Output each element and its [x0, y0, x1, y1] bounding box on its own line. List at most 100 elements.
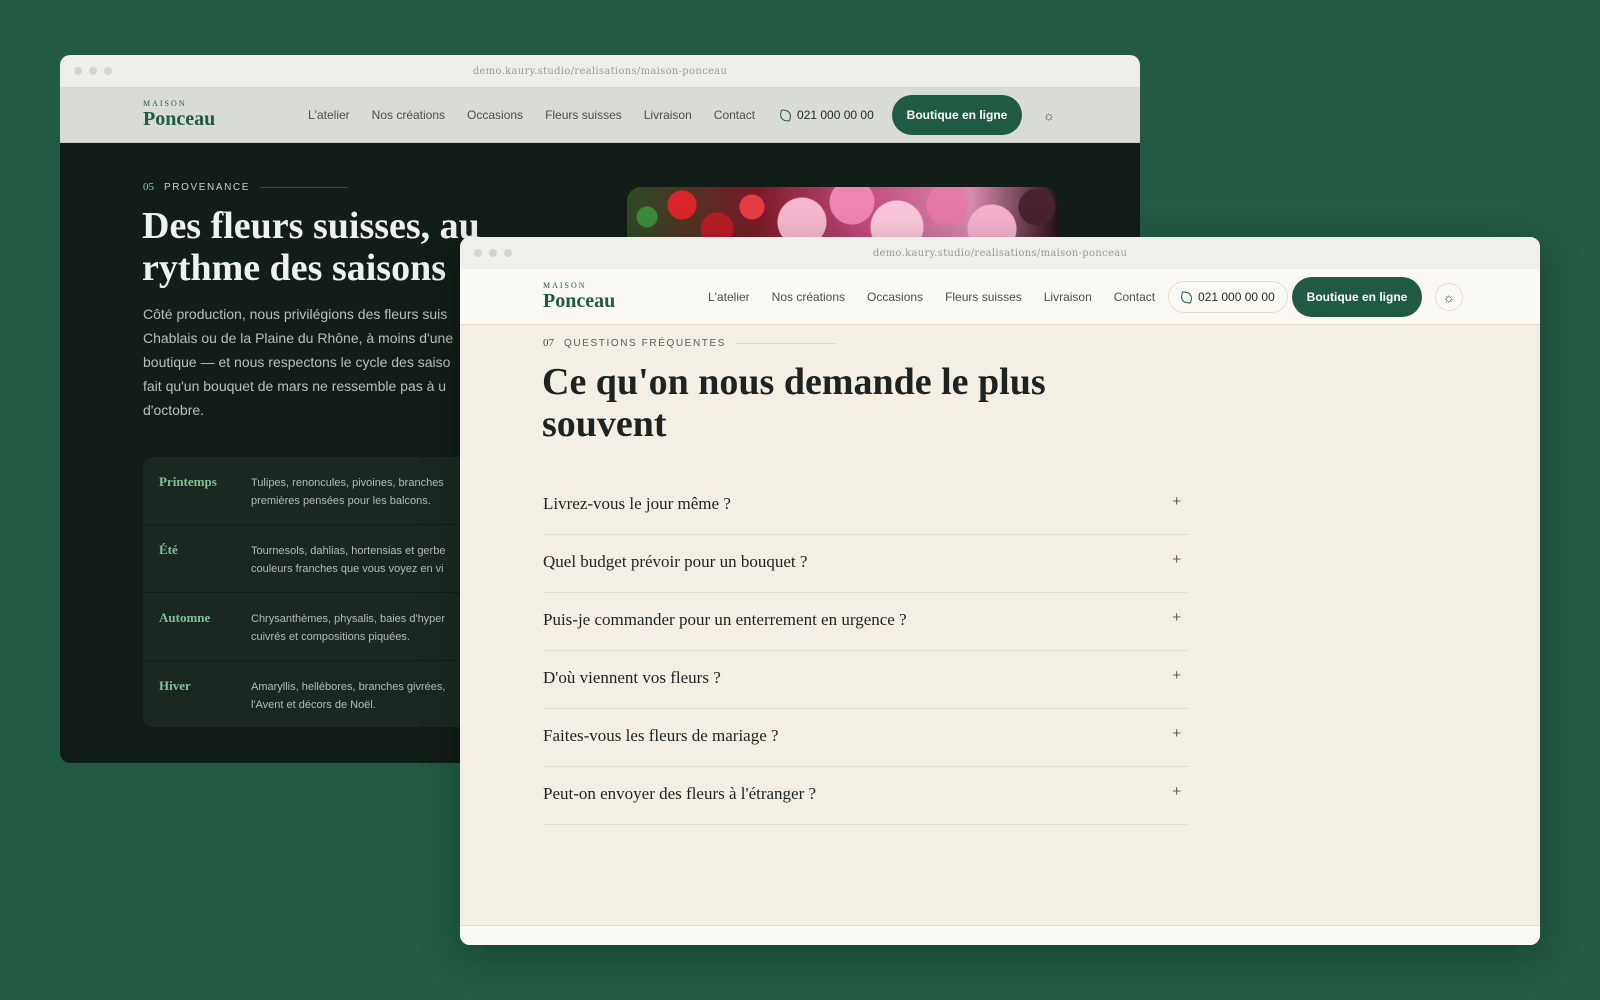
season-desc-line: cuivrés et compositions piquées. [251, 631, 410, 643]
season-desc-line: premières pensées pour les balcons. [251, 495, 431, 507]
section-eyebrow: 05 PROVENANCE [143, 181, 349, 193]
season-row: Été Tournesols, dahlias, hortensias et g… [143, 525, 473, 593]
faq-item[interactable]: Livrez-vous le jour même ? + [543, 477, 1189, 535]
logo-small-text: MAISON [143, 99, 187, 108]
faq-item[interactable]: Quel budget prévoir pour un bouquet ? + [543, 535, 1189, 593]
theme-toggle-sun-icon[interactable]: ☼ [1435, 283, 1463, 311]
faq-item[interactable]: Peut-on envoyer des fleurs à l'étranger … [543, 767, 1189, 825]
phone-link[interactable]: 021 000 00 00 [768, 99, 886, 131]
season-description: Tournesols, dahlias, hortensias et gerbe… [251, 542, 445, 578]
expand-plus-icon[interactable]: + [1172, 493, 1181, 510]
paragraph-line: boutique — et nous respectons le cycle d… [143, 354, 451, 370]
maximize-dot[interactable] [104, 67, 112, 75]
paragraph-line: d'octobre. [143, 402, 205, 418]
menu-item-atelier[interactable]: L'atelier [308, 108, 350, 122]
window-controls [74, 67, 112, 75]
shop-button[interactable]: Boutique en ligne [892, 95, 1022, 135]
season-name: Automne [159, 610, 211, 625]
section-number: 07 [543, 337, 554, 349]
menu-item-creations[interactable]: Nos créations [372, 108, 445, 122]
shop-button[interactable]: Boutique en ligne [1292, 277, 1422, 317]
expand-plus-icon[interactable]: + [1172, 725, 1181, 742]
season-desc-line: l'Avent et décors de Noël. [251, 699, 376, 711]
season-row: Hiver Amaryllis, hellébores, branches gi… [143, 661, 473, 727]
faq-list: Livrez-vous le jour même ? + Quel budget… [543, 477, 1189, 825]
section-paragraph: Côté production, nous privilégions des f… [143, 302, 473, 422]
menu-item-fleurs-suisses[interactable]: Fleurs suisses [945, 290, 1022, 304]
section-label: PROVENANCE [164, 181, 251, 193]
season-desc-line: Amaryllis, hellébores, branches givrées, [251, 681, 446, 693]
eyebrow-divider [736, 342, 837, 344]
phone-icon [779, 108, 792, 122]
menu-item-creations[interactable]: Nos créations [772, 290, 845, 304]
expand-plus-icon[interactable]: + [1172, 783, 1181, 800]
menu-item-occasions[interactable]: Occasions [467, 108, 523, 122]
phone-number: 021 000 00 00 [1198, 290, 1275, 304]
season-row: Printemps Tulipes, renoncules, pivoines,… [143, 457, 473, 525]
season-desc-line: Tournesols, dahlias, hortensias et gerbe [251, 545, 446, 557]
menu-item-livraison[interactable]: Livraison [644, 108, 692, 122]
phone-icon [1180, 290, 1193, 304]
season-name: Printemps [159, 474, 217, 489]
faq-item[interactable]: D'où viennent vos fleurs ? + [543, 651, 1189, 709]
minimize-dot[interactable] [489, 249, 497, 257]
paragraph-line: fait qu'un bouquet de mars ne ressemble … [143, 378, 447, 394]
section-eyebrow: 07 QUESTIONS FRÉQUENTES [543, 337, 837, 349]
season-name: Été [159, 542, 178, 557]
section-number: 05 [143, 181, 154, 193]
section-title: Ce qu'on nous demande le plus souvent [542, 361, 1046, 445]
eyebrow-divider [260, 186, 349, 188]
faq-question: Puis-je commander pour un enterrement en… [543, 610, 907, 629]
main-menu: L'atelier Nos créations Occasions Fleurs… [308, 87, 755, 143]
logo-small-text: MAISON [543, 281, 587, 290]
maximize-dot[interactable] [504, 249, 512, 257]
expand-plus-icon[interactable]: + [1172, 667, 1181, 684]
menu-item-livraison[interactable]: Livraison [1044, 290, 1092, 304]
minimize-dot[interactable] [89, 67, 97, 75]
phone-link[interactable]: 021 000 00 00 [1168, 281, 1288, 313]
season-description: Amaryllis, hellébores, branches givrées,… [251, 678, 445, 714]
url-text: demo.kaury.studio/realisations/maison-po… [472, 65, 728, 77]
faq-question: Livrez-vous le jour même ? [543, 494, 731, 513]
footer-edge [460, 925, 1540, 945]
logo[interactable]: MAISON Ponceau [543, 281, 615, 312]
theme-toggle-sun-icon[interactable]: ☼ [1035, 101, 1063, 129]
section-title: Des fleurs suisses, au rythme des saison… [142, 205, 480, 289]
front-browser-window: demo.kaury.studio/realisations/maison-po… [460, 237, 1540, 945]
faq-question: Faites-vous les fleurs de mariage ? [543, 726, 779, 745]
close-dot[interactable] [474, 249, 482, 257]
season-description: Tulipes, renoncules, pivoines, branches … [251, 474, 444, 510]
paragraph-line: Côté production, nous privilégions des f… [143, 306, 448, 322]
site-header: MAISON Ponceau L'atelier Nos créations O… [60, 87, 1140, 143]
season-name: Hiver [159, 678, 191, 693]
faq-question: Peut-on envoyer des fleurs à l'étranger … [543, 784, 817, 803]
season-desc-line: couleurs franches que vous voyez en vi [251, 563, 444, 575]
paragraph-line: Chablais ou de la Plaine du Rhône, à moi… [143, 330, 454, 346]
logo[interactable]: MAISON Ponceau [143, 99, 215, 130]
url-text: demo.kaury.studio/realisations/maison-po… [872, 247, 1128, 259]
faq-item[interactable]: Faites-vous les fleurs de mariage ? + [543, 709, 1189, 767]
season-row: Automne Chrysanthèmes, physalis, baies d… [143, 593, 473, 661]
expand-plus-icon[interactable]: + [1172, 609, 1181, 626]
season-description: Chrysanthèmes, physalis, baies d'hyper c… [251, 610, 445, 646]
site-header: MAISON Ponceau L'atelier Nos créations O… [460, 269, 1540, 325]
title-bar: demo.kaury.studio/realisations/maison-po… [460, 237, 1540, 269]
title-bar: demo.kaury.studio/realisations/maison-po… [60, 55, 1140, 87]
season-desc-line: Chrysanthèmes, physalis, baies d'hyper [251, 613, 446, 625]
section-label: QUESTIONS FRÉQUENTES [564, 337, 727, 349]
faq-question: Quel budget prévoir pour un bouquet ? [543, 552, 808, 571]
menu-item-contact[interactable]: Contact [1114, 290, 1155, 304]
menu-item-occasions[interactable]: Occasions [867, 290, 923, 304]
phone-number: 021 000 00 00 [797, 108, 874, 122]
expand-plus-icon[interactable]: + [1172, 551, 1181, 568]
window-controls [474, 249, 512, 257]
menu-item-atelier[interactable]: L'atelier [708, 290, 750, 304]
close-dot[interactable] [74, 67, 82, 75]
menu-item-contact[interactable]: Contact [714, 108, 755, 122]
main-menu: L'atelier Nos créations Occasions Fleurs… [708, 269, 1155, 325]
season-desc-line: Tulipes, renoncules, pivoines, branches [251, 477, 444, 489]
faq-question: D'où viennent vos fleurs ? [543, 668, 721, 687]
seasons-table: Printemps Tulipes, renoncules, pivoines,… [143, 457, 473, 727]
faq-item[interactable]: Puis-je commander pour un enterrement en… [543, 593, 1189, 651]
menu-item-fleurs-suisses[interactable]: Fleurs suisses [545, 108, 622, 122]
